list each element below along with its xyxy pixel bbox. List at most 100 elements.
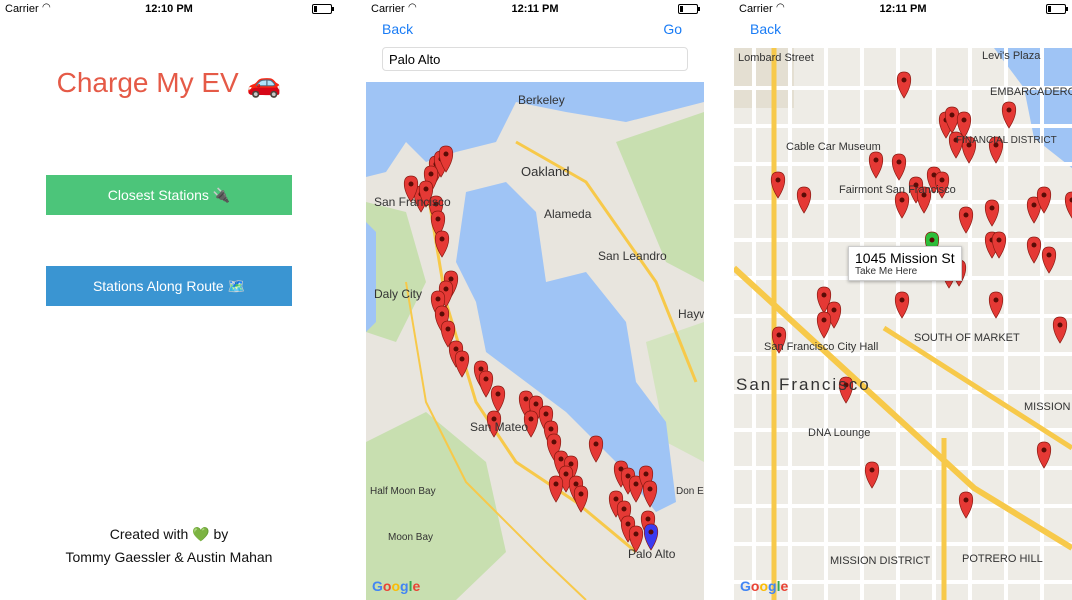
status-bar: Carrier ◠ 12:11 PM: [366, 0, 704, 18]
stations-along-route-button[interactable]: Stations Along Route 🗺️: [46, 266, 292, 306]
marker-dot: [896, 159, 902, 165]
map-label: DNA Lounge: [808, 427, 870, 439]
map-label: Fairmont San Francisco: [839, 184, 956, 196]
map-label: Hayward: [678, 307, 704, 321]
marker-dot: [528, 416, 534, 422]
marker-dot: [578, 491, 584, 497]
map-label: San Mateo: [470, 420, 528, 434]
marker-dot: [899, 197, 905, 203]
take-me-here-link[interactable]: Take Me Here: [855, 266, 955, 277]
marker-dot: [558, 456, 564, 462]
marker-dot: [801, 192, 807, 198]
marker-dot: [563, 471, 569, 477]
map-label: Lombard Street: [738, 52, 814, 64]
map-label: Moon Bay: [388, 532, 433, 543]
marker-dot: [963, 212, 969, 218]
back-button[interactable]: Back: [750, 21, 781, 37]
marker-dot: [1031, 242, 1037, 248]
marker-dot: [929, 237, 935, 243]
map-label: POTRERO HILL: [962, 553, 1043, 565]
app-title: Charge My EV 🚗: [56, 67, 282, 98]
marker-dot: [1041, 192, 1047, 198]
marker-dot: [553, 481, 559, 487]
marker-dot: [645, 516, 651, 522]
map-label: Berkeley: [518, 93, 565, 107]
map-label: Don Edwards: [676, 486, 704, 497]
map-label: San Francisco City Hall: [764, 341, 878, 353]
marker-dot: [459, 356, 465, 362]
battery-icon: [312, 4, 334, 14]
bay-area-map[interactable]: Berkeley Oakland San Francisco Alameda S…: [366, 82, 704, 600]
marker-dot: [443, 151, 449, 157]
google-logo: Google: [740, 578, 789, 594]
destination-input[interactable]: Palo Alto: [382, 47, 688, 71]
marker-dot: [901, 77, 907, 83]
marker-dot: [523, 396, 529, 402]
map-label: Levi's Plaza: [982, 50, 1041, 62]
closest-stations-button[interactable]: Closest Stations 🔌: [46, 175, 292, 215]
marker-dot: [643, 471, 649, 477]
marker-dot: [435, 296, 441, 302]
home-screen: Carrier ◠ 12:10 PM Charge My EV 🚗 Closes…: [0, 0, 338, 600]
status-time: 12:10 PM: [145, 3, 193, 15]
back-button[interactable]: Back: [382, 21, 413, 37]
marker-dot: [453, 346, 459, 352]
marker-dot: [648, 529, 654, 535]
map-label: MISSION: [1024, 401, 1071, 413]
google-logo: Google: [372, 578, 421, 594]
marker-dot: [593, 441, 599, 447]
map-label: Daly City: [374, 287, 422, 301]
marker-dot: [989, 205, 995, 211]
marker-dot: [961, 117, 967, 123]
marker-dot: [408, 181, 414, 187]
station-callout[interactable]: 1045 Mission St Take Me Here: [848, 246, 962, 281]
map-label: FINANCIAL DISTRICT: [956, 135, 1057, 146]
marker-dot: [1057, 322, 1063, 328]
marker-dot: [776, 332, 782, 338]
marker-dot: [633, 531, 639, 537]
marker-dot: [439, 311, 445, 317]
marker-dot: [821, 292, 827, 298]
marker-dot: [551, 439, 557, 445]
marker-dot: [1046, 252, 1052, 258]
map-label: Alameda: [544, 207, 592, 221]
go-button[interactable]: Go: [663, 21, 682, 37]
marker-dot: [899, 297, 905, 303]
marker-dot: [621, 506, 627, 512]
map-label: San Francisco: [736, 375, 871, 394]
marker-dot: [939, 177, 945, 183]
marker-dot: [448, 276, 454, 282]
route-screen: Carrier ◠ 12:11 PM Back Go Palo Alto Ber…: [366, 0, 704, 600]
marker-dot: [1006, 107, 1012, 113]
marker-dot: [633, 481, 639, 487]
marker-dot: [543, 411, 549, 417]
marker-dot: [533, 401, 539, 407]
credits-line-2: Tommy Gaessler & Austin Mahan: [65, 549, 273, 565]
san-francisco-map[interactable]: Lombard Street Levi's Plaza EMBARCADERO …: [734, 48, 1072, 600]
marker-dot: [483, 376, 489, 382]
battery-icon: [678, 4, 700, 14]
credits-line-1: Created with 💚 by: [109, 526, 229, 542]
marker-dot: [949, 112, 955, 118]
marker-dot: [443, 286, 449, 292]
marker-dot: [548, 426, 554, 432]
marker-dot: [573, 481, 579, 487]
map-label: EMBARCADERO: [990, 86, 1072, 98]
map-label: San Francisco: [374, 195, 451, 209]
marker-dot: [869, 467, 875, 473]
marker-dot: [831, 307, 837, 313]
marker-dot: [647, 486, 653, 492]
map-label: San Leandro: [598, 249, 667, 263]
map-label: Palo Alto: [628, 547, 676, 561]
marker-dot: [873, 157, 879, 163]
map-label: Cable Car Museum: [786, 141, 881, 153]
status-bar: Carrier ◠ 12:11 PM: [734, 0, 1072, 18]
marker-dot: [423, 186, 429, 192]
status-time: 12:11 PM: [879, 3, 927, 15]
marker-dot: [613, 496, 619, 502]
marker-dot: [1031, 202, 1037, 208]
marker-dot: [435, 216, 441, 222]
marker-dot: [428, 171, 434, 177]
marker-dot: [821, 317, 827, 323]
callout-address: 1045 Mission St: [855, 250, 955, 266]
